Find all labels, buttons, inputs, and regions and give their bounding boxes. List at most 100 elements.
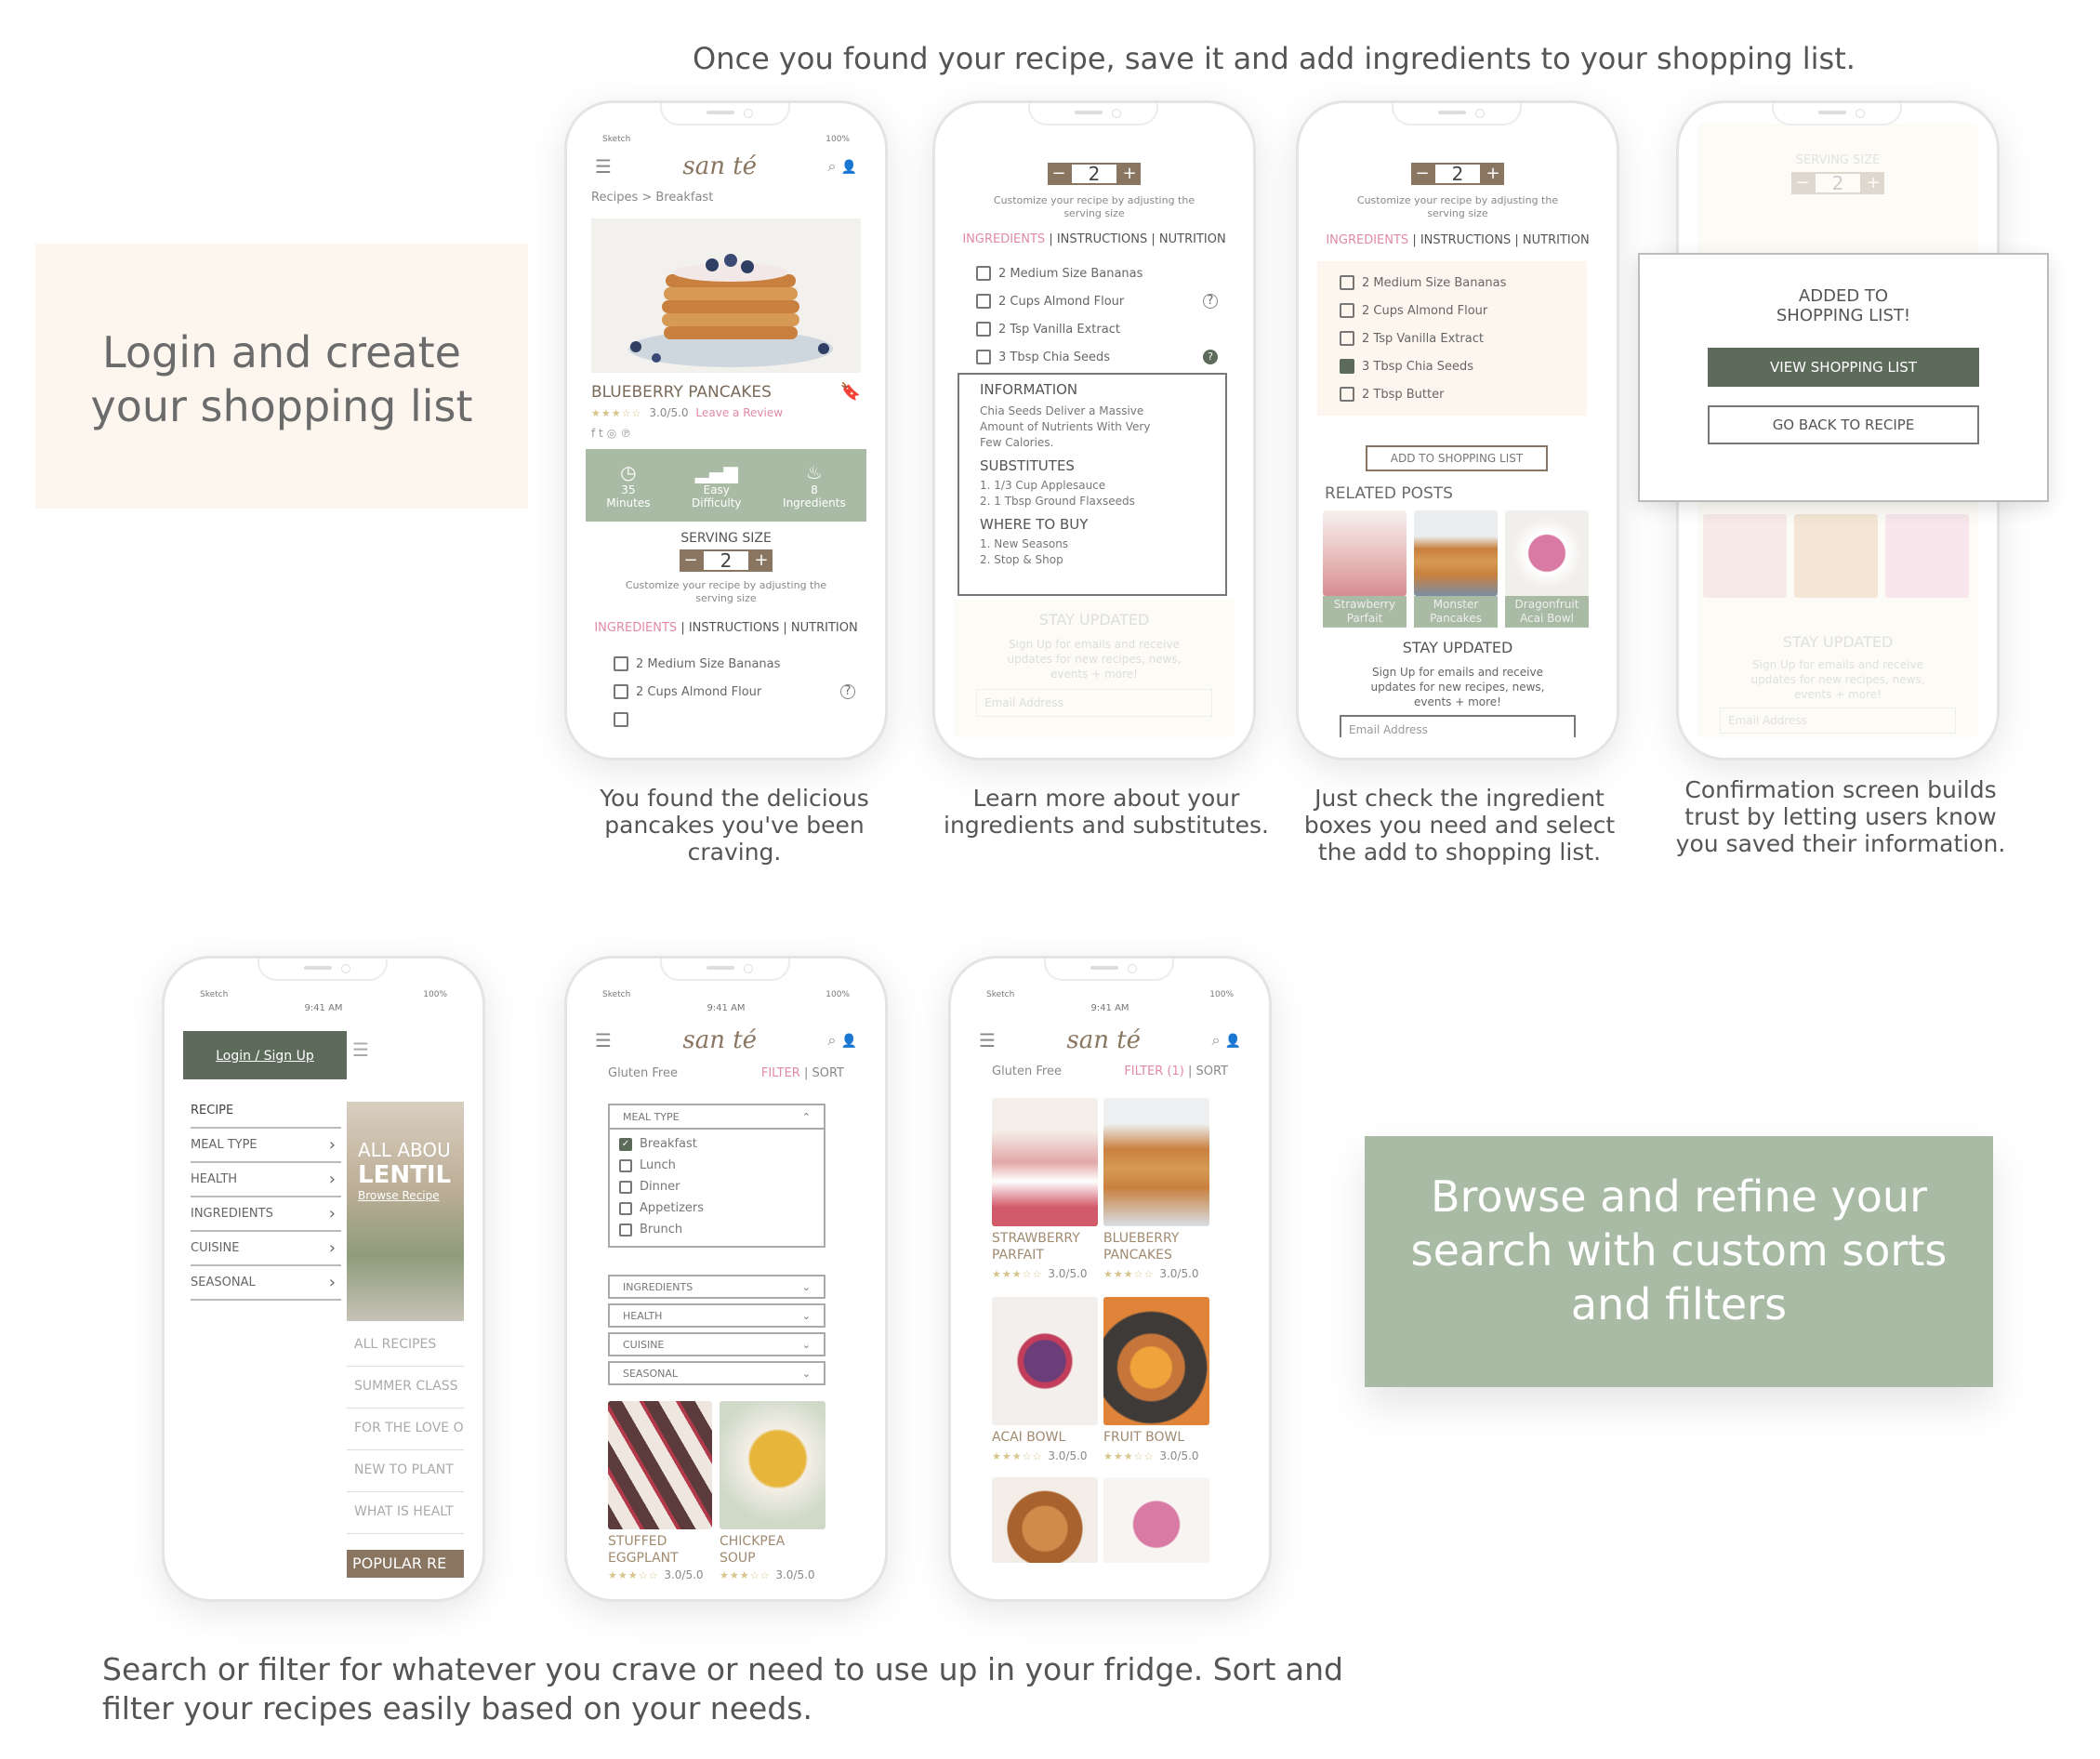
help-icon[interactable]: ? [1203,294,1218,309]
instagram-icon[interactable]: ◎ [607,427,620,440]
brand-logo[interactable]: san té [1066,1026,1141,1054]
checkbox[interactable] [1340,331,1354,346]
related-label-1[interactable]: Strawberry Parfait [1323,596,1407,628]
recipe-image-eggplant[interactable] [608,1401,712,1529]
email-input[interactable]: Email Address [1340,715,1576,737]
filter-group-seasonal[interactable]: SEASONAL ⌄ [608,1361,825,1385]
link-what-is-healthy[interactable]: WHAT IS HEALT [347,1492,464,1534]
checkbox[interactable] [976,350,991,364]
checkbox[interactable] [619,1201,632,1215]
breadcrumb-breakfast[interactable]: Breakfast [655,191,713,205]
brand-logo[interactable]: san té [682,152,757,180]
hamburger-icon[interactable]: ☰ [979,1029,996,1051]
increase-button[interactable]: + [1118,163,1141,185]
tab-nutrition[interactable]: NUTRITION [1523,233,1590,247]
option-brunch[interactable]: Brunch [619,1219,814,1240]
serving-value[interactable]: 2 [1433,163,1482,185]
search-icon[interactable]: ⌕ [1211,1031,1220,1049]
user-icon[interactable]: 👤 [1225,1034,1241,1049]
filter-group-ingredients[interactable]: INGREDIENTS ⌄ [608,1275,825,1299]
tab-instructions[interactable]: INSTRUCTIONS [689,621,779,635]
menu-item-ingredients[interactable]: INGREDIENTS › [191,1197,341,1232]
tab-nutrition[interactable]: NUTRITION [1159,232,1226,246]
tab-ingredients[interactable]: INGREDIENTS [962,232,1045,246]
option-lunch[interactable]: Lunch [619,1155,814,1176]
related-label-3[interactable]: Dragonfruit Acai Bowl [1505,596,1589,628]
link-new-to-plant[interactable]: NEW TO PLANT [347,1450,464,1492]
checkbox[interactable] [619,1180,632,1194]
link-for-the-love[interactable]: FOR THE LOVE O [347,1409,464,1450]
sort-button[interactable]: SORT [812,1066,844,1080]
facebook-icon[interactable]: f [591,427,599,440]
decrease-button[interactable]: − [680,549,702,572]
checkbox[interactable] [1340,387,1354,402]
filter-group-cuisine[interactable]: CUISINE ⌄ [608,1332,825,1356]
checkbox[interactable] [614,684,628,699]
ingredient-item-checked[interactable]: 3 Tbsp Chia Seeds [1340,352,1565,380]
menu-item-meal-type[interactable]: MEAL TYPE › [191,1129,341,1163]
go-back-to-recipe-button[interactable]: GO BACK TO RECIPE [1708,405,1979,444]
tab-instructions[interactable]: INSTRUCTIONS [1420,233,1511,247]
checkbox[interactable] [619,1223,632,1237]
ingredient-item[interactable]: 2 Tsp Vanilla Extract [1340,324,1565,352]
checkbox[interactable] [1340,275,1354,290]
twitter-icon[interactable]: t [599,427,607,440]
serving-stepper[interactable]: − 2 + [954,163,1235,185]
related-label-2[interactable]: Monster Pancakes [1414,596,1498,628]
checkbox[interactable] [976,294,991,309]
email-input[interactable]: Email Address [976,689,1212,717]
filter-group-health[interactable]: HEALTH ⌄ [608,1303,825,1328]
recipe-image-smoothie-bowl[interactable] [1103,1477,1209,1563]
hamburger-icon[interactable]: ☰ [352,1038,369,1061]
browse-recipes-link[interactable]: Browse Recipe [358,1189,464,1202]
menu-item-cuisine[interactable]: CUISINE › [191,1232,341,1266]
search-icon[interactable]: ⌕ [827,157,836,175]
option-dinner[interactable]: Dinner [619,1176,814,1197]
ingredient-item[interactable]: 2 Medium Size Bananas [614,650,855,678]
option-appetizers[interactable]: Appetizers [619,1197,814,1219]
filter-button[interactable]: FILTER [761,1066,800,1080]
ingredient-item[interactable]: 2 Cups Almond Flour [1340,297,1565,324]
user-icon[interactable]: 👤 [841,1034,857,1049]
leave-review-link[interactable]: Leave a Review [696,406,784,419]
link-summer-class[interactable]: SUMMER CLASS [347,1367,464,1409]
checkbox-checked[interactable] [1340,359,1354,374]
ingredient-item[interactable]: 2 Cups Almond Flour? [614,678,855,706]
ingredient-item[interactable]: 2 Medium Size Bananas [1340,269,1565,297]
help-icon[interactable]: ? [840,684,855,699]
recipe-image-chickpea[interactable] [720,1401,825,1529]
increase-button[interactable]: + [750,549,773,572]
recipe-image-fruit-bowl[interactable] [1103,1297,1209,1425]
ingredient-item[interactable] [614,706,855,734]
ingredient-item[interactable]: 3 Tbsp Chia Seeds? [976,343,1218,371]
menu-item-health[interactable]: HEALTH › [191,1163,341,1197]
ingredient-item[interactable]: 2 Medium Size Bananas [976,259,1218,287]
hamburger-icon[interactable]: ☰ [595,155,612,178]
pinterest-icon[interactable]: ℗ [620,427,635,440]
tab-instructions[interactable]: INSTRUCTIONS [1057,232,1147,246]
recipe-image-pancakes[interactable] [1103,1098,1209,1226]
ingredient-item[interactable]: 2 Cups Almond Flour? [976,287,1218,315]
checkbox[interactable] [976,322,991,337]
help-icon-active[interactable]: ? [1203,350,1218,364]
search-chip[interactable]: Gluten Free [992,1065,1062,1078]
checkbox-checked[interactable]: ✓ [619,1137,632,1151]
option-breakfast[interactable]: ✓ Breakfast [619,1133,814,1155]
ingredient-item[interactable]: 2 Tbsp Butter [1340,380,1565,408]
meal-type-header[interactable]: MEAL TYPE ⌃ [610,1105,824,1130]
link-all-recipes[interactable]: ALL RECIPES [347,1325,464,1367]
bookmark-icon[interactable]: 🔖 [840,382,861,402]
decrease-button[interactable]: − [1411,163,1433,185]
login-signup-link[interactable]: Login / Sign Up [216,1049,314,1064]
checkbox[interactable] [614,712,628,727]
checkbox[interactable] [614,656,628,671]
checkbox[interactable] [1340,303,1354,318]
increase-button[interactable]: + [1482,163,1504,185]
recipe-image-crepes[interactable] [992,1477,1098,1563]
sort-button[interactable]: SORT [1195,1065,1228,1078]
serving-value[interactable]: 2 [702,549,750,572]
brand-logo[interactable]: san té [682,1026,757,1054]
recipe-image-acai[interactable] [992,1297,1098,1425]
checkbox[interactable] [619,1158,632,1172]
serving-stepper[interactable]: − 2 + [1317,163,1598,185]
